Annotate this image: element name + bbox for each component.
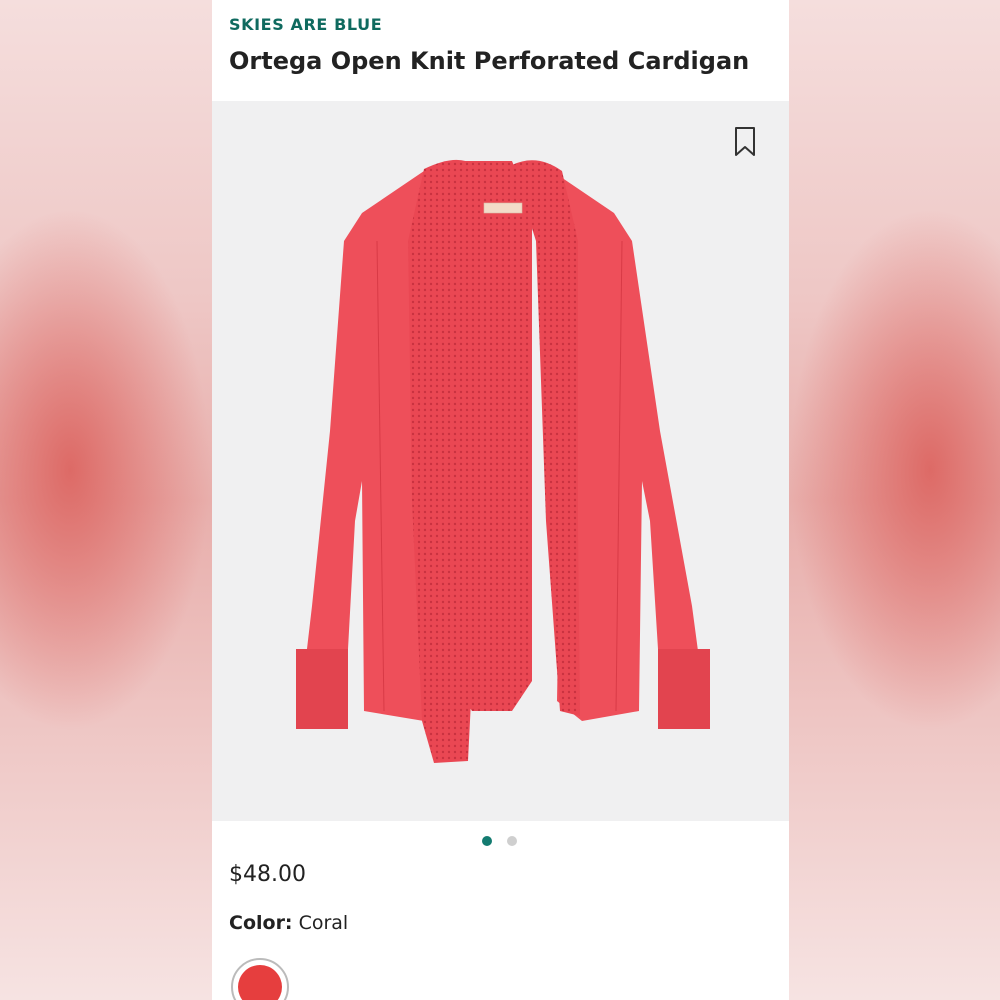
- brand-name[interactable]: SKIES ARE BLUE: [229, 15, 382, 34]
- swatch-fill: [238, 965, 282, 1000]
- bookmark-icon[interactable]: [734, 127, 756, 157]
- color-value: Coral: [298, 912, 349, 934]
- cardigan-image: [296, 159, 710, 763]
- carousel-dot[interactable]: [507, 836, 517, 846]
- carousel-indicator: [212, 834, 789, 848]
- color-row: Color: Coral: [229, 912, 348, 934]
- coral-color-swatch[interactable]: [231, 958, 289, 1000]
- color-label: Color:: [229, 912, 293, 934]
- product-price: $48.00: [229, 862, 306, 887]
- product-title: Ortega Open Knit Perforated Cardigan: [229, 47, 750, 75]
- product-card: SKIES ARE BLUE Ortega Open Knit Perforat…: [212, 0, 789, 1000]
- carousel-dot-active[interactable]: [482, 836, 492, 846]
